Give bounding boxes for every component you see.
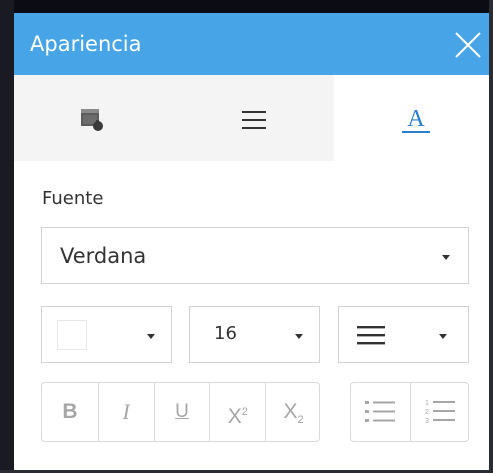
bulleted-list-icon: [365, 401, 395, 422]
close-button[interactable]: [453, 30, 483, 60]
tab-text-format[interactable]: A: [334, 75, 489, 161]
list-style-group: 1 2 3: [350, 382, 469, 442]
underline-button[interactable]: U: [153, 383, 210, 441]
numbered-list-button[interactable]: 1 2 3: [410, 383, 469, 441]
format-paint-icon: [81, 109, 103, 131]
tab-format-paint[interactable]: [14, 75, 174, 161]
font-size-select[interactable]: 16: [189, 306, 320, 363]
italic-button[interactable]: I: [97, 383, 154, 441]
appearance-panel: Apariencia A Fuente Verdana 16 B I U X2 …: [14, 13, 489, 470]
chevron-down-icon: [147, 334, 155, 339]
text-style-group: B I U X2 X2: [41, 382, 320, 442]
svg-text:1: 1: [425, 400, 429, 407]
svg-text:2: 2: [425, 409, 429, 416]
chevron-down-icon: [295, 334, 303, 339]
tab-bar: A: [14, 75, 489, 161]
svg-text:A: A: [407, 106, 425, 132]
align-lines-icon: [242, 111, 266, 129]
bold-icon: B: [62, 400, 78, 423]
superscript-icon: X2: [210, 383, 265, 446]
color-select[interactable]: [41, 306, 172, 363]
window-frame-top: [0, 0, 493, 13]
close-icon: [455, 32, 481, 58]
font-label: Fuente: [42, 188, 104, 209]
italic-icon: I: [122, 399, 130, 424]
bulleted-list-button[interactable]: [351, 383, 410, 441]
chevron-down-icon: [439, 334, 447, 339]
font-size-value: 16: [214, 323, 237, 344]
underline-icon: U: [175, 401, 189, 422]
color-swatch: [57, 320, 87, 350]
superscript-mark: 2: [241, 406, 248, 418]
tab-alignment[interactable]: [174, 75, 334, 161]
window-frame-left: [0, 0, 14, 473]
subscript-icon: X2: [266, 383, 321, 449]
subscript-button[interactable]: X2: [265, 383, 321, 441]
chevron-down-icon: [442, 255, 450, 260]
numbered-list-icon: 1 2 3: [425, 400, 455, 425]
superscript-button[interactable]: X2: [209, 383, 265, 441]
superscript-letter: X: [227, 405, 242, 428]
panel-title: Apariencia: [30, 32, 142, 56]
font-select-value: Verdana: [60, 244, 147, 268]
text-align-select[interactable]: [338, 306, 469, 363]
subscript-letter: X: [283, 400, 298, 423]
subscript-mark: 2: [297, 414, 304, 427]
text-format-icon: A: [402, 106, 430, 133]
align-justify-icon: [357, 326, 385, 345]
bold-button[interactable]: B: [42, 383, 98, 441]
window-frame-right: [489, 0, 493, 473]
svg-text:3: 3: [425, 418, 429, 425]
font-select[interactable]: Verdana: [41, 227, 469, 284]
panel-header: Apariencia: [14, 13, 489, 75]
